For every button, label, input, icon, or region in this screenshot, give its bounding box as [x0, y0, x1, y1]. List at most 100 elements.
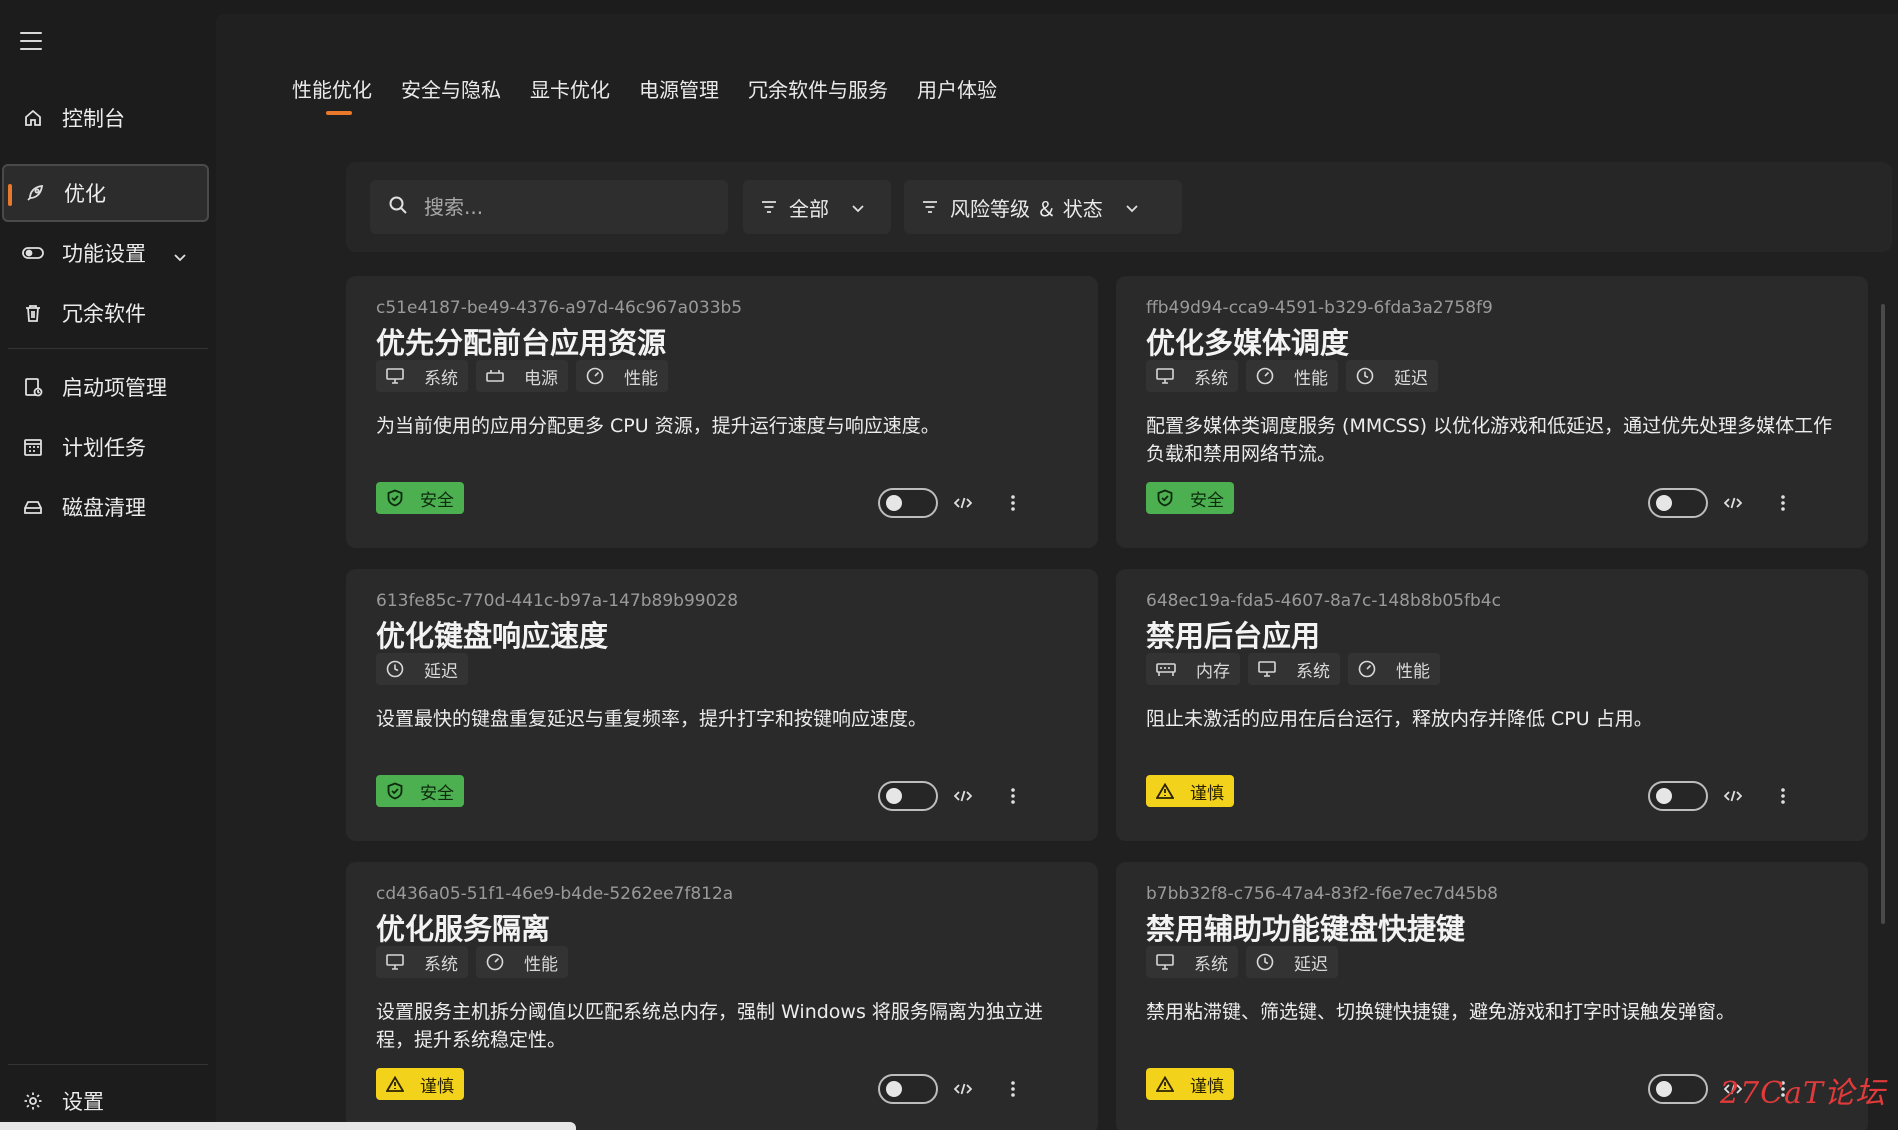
search-icon: [388, 195, 408, 219]
gauge-icon: [1256, 367, 1284, 385]
tag: 系统: [1146, 360, 1238, 392]
tab-bloatware-services[interactable]: 冗余软件与服务: [748, 74, 888, 115]
clock-icon: [1356, 367, 1384, 385]
risk-label: 谨慎: [420, 1076, 454, 1097]
tab-user-experience[interactable]: 用户体验: [917, 74, 997, 115]
monitor-icon: [1258, 661, 1286, 677]
memory-icon: [1156, 661, 1186, 677]
search-input[interactable]: [424, 195, 704, 219]
sidebar-divider: [8, 1064, 208, 1065]
monitor-icon: [1156, 368, 1184, 384]
tag-list: 延迟: [376, 653, 468, 685]
card-description: 为当前使用的应用分配更多 CPU 资源，提升运行速度与响应速度。: [376, 415, 940, 437]
card-id: ffb49d94-cca9-4591-b329-6fda3a2758f9: [1146, 298, 1493, 318]
calendar-icon: [22, 436, 44, 458]
toggle-icon: [22, 242, 44, 264]
tag-label: 延迟: [424, 661, 458, 682]
warning-icon: [1156, 1076, 1182, 1092]
risk-badge: 谨慎: [1146, 1068, 1234, 1100]
optimization-card: cd436a05-51f1-46e9-b4de-5262ee7f812a 优化服…: [346, 862, 1098, 1130]
gauge-icon: [1358, 660, 1386, 678]
tag: 延迟: [1246, 946, 1338, 978]
code-icon[interactable]: [952, 1078, 974, 1100]
card-description: 禁用粘滞键、筛选键、切换键快捷键，避免游戏和打字时误触发弹窗。: [1146, 1001, 1736, 1023]
optimization-card: c51e4187-be49-4376-a97d-46c967a033b5 优先分…: [346, 276, 1098, 548]
code-icon[interactable]: [952, 785, 974, 807]
card-description: 配置多媒体类调度服务 (MMCSS) 以优化游戏和低延迟，通过优先处理多媒体工作…: [1146, 415, 1833, 465]
risk-status-filter-value: 风险等级 ＆ 状态: [950, 196, 1103, 221]
chevron-down-icon[interactable]: [173, 244, 187, 268]
tab-gpu[interactable]: 显卡优化: [530, 74, 610, 115]
sidebar-item-scheduled-tasks[interactable]: 计划任务: [2, 418, 209, 476]
sidebar-item-feature-settings[interactable]: 功能设置: [2, 224, 209, 282]
card-description: 阻止未激活的应用在后台运行，释放内存并降低 CPU 占用。: [1146, 708, 1653, 730]
tag-list: 系统 性能 延迟: [1146, 360, 1438, 392]
gear-icon: [22, 1090, 44, 1112]
optimization-card: ffb49d94-cca9-4591-b329-6fda3a2758f9 优化多…: [1116, 276, 1868, 548]
card-title: 优先分配前台应用资源: [376, 326, 667, 360]
sidebar-item-label: 功能设置: [62, 242, 146, 266]
more-options-icon[interactable]: [1002, 490, 1024, 516]
search-box[interactable]: [370, 180, 728, 234]
sidebar-item-label: 冗余软件: [62, 302, 146, 326]
clock-icon: [1256, 953, 1284, 971]
sidebar: 控制台 优化 功能设置 冗余软件 启动项管理 计划任务 磁盘清理 设置: [0, 0, 216, 1130]
optimization-card: 648ec19a-fda5-4607-8a7c-148b8b05fb4c 禁用后…: [1116, 569, 1868, 841]
more-options-icon[interactable]: [1772, 783, 1794, 809]
tab-security-privacy[interactable]: 安全与隐私: [401, 74, 501, 115]
tab-performance[interactable]: 性能优化: [292, 74, 372, 115]
sidebar-item-label: 启动项管理: [62, 376, 167, 400]
power-icon: [486, 369, 514, 383]
tag: 内存: [1146, 653, 1240, 685]
tag-label: 系统: [1194, 368, 1228, 389]
code-icon[interactable]: [952, 492, 974, 514]
filter-toolbar: 全部 风险等级 ＆ 状态: [346, 162, 1892, 252]
tag: 延迟: [376, 653, 468, 685]
sidebar-item-console[interactable]: 控制台: [2, 89, 209, 147]
hamburger-menu-icon[interactable]: [20, 32, 42, 50]
clock-icon: [386, 660, 414, 678]
optimization-card: 613fe85c-770d-441c-b97a-147b89b99028 优化键…: [346, 569, 1098, 841]
tag-label: 性能: [1294, 368, 1328, 389]
tag-label: 性能: [624, 368, 658, 389]
tag: 性能: [1348, 653, 1440, 685]
card-title: 优化多媒体调度: [1146, 326, 1350, 360]
sidebar-item-bloatware[interactable]: 冗余软件: [2, 284, 209, 342]
card-id: cd436a05-51f1-46e9-b4de-5262ee7f812a: [376, 884, 734, 904]
enable-toggle[interactable]: [1648, 1074, 1708, 1104]
sidebar-item-disk-cleanup[interactable]: 磁盘清理: [2, 478, 209, 536]
code-icon[interactable]: [1722, 785, 1744, 807]
tag-list: 系统 性能: [376, 946, 568, 978]
enable-toggle[interactable]: [878, 1074, 938, 1104]
tab-power[interactable]: 电源管理: [639, 74, 719, 115]
more-options-icon[interactable]: [1002, 783, 1024, 809]
category-filter-dropdown[interactable]: 全部: [743, 180, 891, 234]
sidebar-item-label: 计划任务: [62, 436, 146, 460]
tag-label: 系统: [424, 368, 458, 389]
more-options-icon[interactable]: [1772, 490, 1794, 516]
monitor-icon: [386, 368, 414, 384]
risk-label: 安全: [420, 490, 454, 511]
card-id: b7bb32f8-c756-47a4-83f2-f6e7ec7d45b8: [1146, 884, 1498, 904]
enable-toggle[interactable]: [1648, 488, 1708, 518]
tag-label: 系统: [1296, 661, 1330, 682]
chevron-down-icon: [851, 195, 865, 219]
enable-toggle[interactable]: [878, 488, 938, 518]
sidebar-item-startup[interactable]: 启动项管理: [2, 358, 209, 416]
risk-badge: 谨慎: [1146, 775, 1234, 807]
enable-toggle[interactable]: [878, 781, 938, 811]
disk-icon: [22, 496, 44, 518]
chevron-down-icon: [1125, 195, 1139, 219]
more-options-icon[interactable]: [1002, 1076, 1024, 1102]
enable-toggle[interactable]: [1648, 781, 1708, 811]
code-icon[interactable]: [1722, 492, 1744, 514]
watermark: 27CaT论坛: [1720, 1076, 1887, 1111]
category-filter-value: 全部: [789, 196, 829, 221]
tag: 系统: [376, 360, 468, 392]
risk-status-filter-dropdown[interactable]: 风险等级 ＆ 状态: [904, 180, 1182, 234]
scrollbar[interactable]: [1881, 304, 1885, 924]
card-id: c51e4187-be49-4376-a97d-46c967a033b5: [376, 298, 743, 318]
sidebar-item-optimize[interactable]: 优化: [2, 164, 209, 222]
tag: 性能: [476, 946, 568, 978]
bottom-edge-bar: [0, 1122, 576, 1130]
